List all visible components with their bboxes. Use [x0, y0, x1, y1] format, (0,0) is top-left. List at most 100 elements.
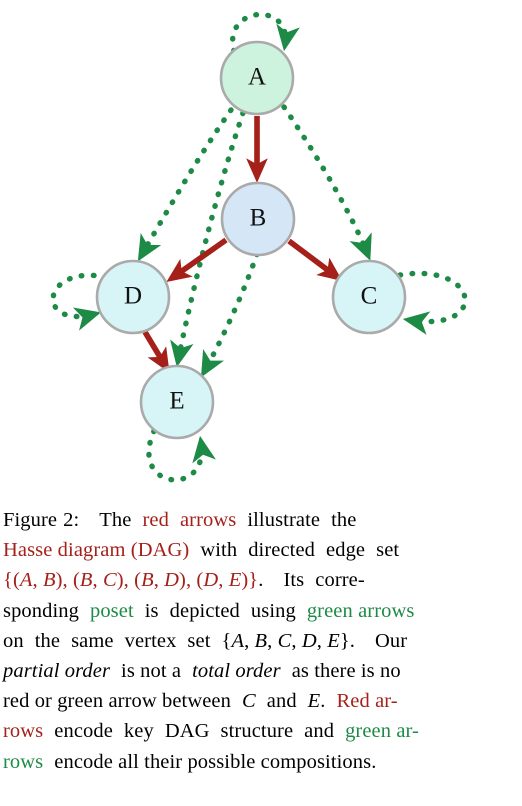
caption-vset-A: A	[231, 629, 245, 652]
red-edge-D-E	[142, 330, 170, 373]
node-D[interactable]: D	[95, 259, 171, 335]
caption-vset-c3: ,	[291, 629, 302, 652]
caption-word-is: is	[144, 599, 159, 622]
green-edge-A-D	[137, 107, 234, 262]
caption-word-with: with	[200, 539, 238, 562]
caption-var-B2: B	[79, 569, 93, 592]
node-A[interactable]: A	[219, 40, 295, 116]
graph-diagram: A B C D E	[50, 11, 468, 483]
caption-vset-close: }.	[339, 629, 355, 652]
caption-partial-order: partial order	[3, 660, 111, 683]
caption-line-4: sponding poset is depicted using green arrows	[3, 596, 519, 626]
caption-var-B3: B	[141, 569, 154, 592]
caption-word-using: using	[250, 599, 296, 622]
caption-word-same: same	[71, 629, 114, 652]
node-B[interactable]: B	[220, 181, 296, 257]
caption-var-D1: D	[164, 569, 180, 592]
caption-phrase-asthereisno: as there is no	[291, 660, 401, 683]
caption-word-illustrate: illustrate	[247, 509, 321, 531]
caption-comma1: ,	[32, 569, 43, 592]
caption-word-sponding: sponding	[3, 599, 79, 622]
caption-var-B1: B	[42, 569, 56, 592]
caption-figure-number: Figure	[3, 509, 58, 531]
caption-red-rows: rows	[3, 720, 44, 743]
caption-line-5: on the same vertex set {A, B, C, D, E}. Our	[3, 626, 519, 656]
caption-vset-C: C	[277, 629, 292, 652]
caption-word-set: set	[376, 539, 400, 562]
caption-word-its: Its	[283, 569, 305, 592]
caption-set-open: {(	[3, 569, 20, 592]
caption-word-encode: encode	[54, 720, 113, 743]
caption-phrase-redorgreen: red or green arrow between	[3, 690, 231, 713]
caption-vset-c4: ,	[316, 629, 328, 652]
caption-word-and2: and	[304, 720, 335, 743]
caption-word-dag: DAG	[164, 720, 210, 743]
caption-figure-index: 2:	[63, 509, 80, 531]
caption-var-C1: C	[102, 569, 117, 592]
caption-comma4: ,	[218, 569, 229, 592]
caption-word-set2: set	[187, 629, 211, 652]
green-edge-B-E	[200, 251, 260, 378]
node-B-label: B	[250, 205, 267, 232]
caption-total-order: total order	[192, 660, 281, 683]
caption-green-ar: green ar-	[345, 720, 419, 743]
caption-line-2: Hasse diagram (DAG) with directed edge set	[3, 535, 519, 565]
node-A-label: A	[248, 64, 266, 91]
caption-line-1: Figure 2: The red arrows illustrate the	[3, 505, 519, 535]
diagram-area: A B C D E	[0, 0, 522, 500]
caption-var-D2: D	[203, 569, 219, 592]
caption-var-C2: C	[241, 690, 256, 713]
caption-period1: .	[258, 569, 264, 592]
caption-word-structure: structure	[220, 720, 294, 743]
caption-var-E1: E	[228, 569, 242, 592]
caption-sep2: ), (	[116, 569, 142, 592]
caption-word-depicted: depicted	[169, 599, 240, 622]
figure-container: A B C D E Figure 2: The red arrows illus…	[0, 0, 522, 806]
caption-line-7: red or green arrow between Cand E. Red ar-	[3, 686, 519, 716]
caption-word-key: key	[123, 720, 154, 743]
caption-line-3: {(A, B), (B, C), (B, D), (D, E)}. Its corr…	[3, 565, 519, 595]
caption-vset-open: {	[221, 629, 232, 652]
caption-vset-D: D	[301, 629, 317, 652]
caption-word-directed: directed	[248, 539, 316, 562]
node-D-label: D	[124, 283, 142, 310]
caption-red-word: red	[142, 509, 169, 531]
graph-nodes: A B C D E	[95, 40, 407, 440]
caption-word-and: and	[266, 690, 297, 713]
caption-word-the2: the	[331, 509, 357, 531]
node-C[interactable]: C	[331, 259, 407, 335]
caption-var-E2: E	[307, 690, 321, 713]
caption-word-the: The	[99, 509, 132, 531]
caption-comma3: ,	[153, 569, 165, 592]
caption-vset-c1: ,	[244, 629, 255, 652]
caption-arrows-word: arrows	[179, 509, 237, 531]
caption-line-8: rows encode key DAG structure and green ar-	[3, 716, 519, 746]
caption-line-6: partial order is not a total order as there…	[3, 656, 519, 686]
caption-word-edge: edge	[326, 539, 366, 562]
caption-red-ar: Red ar-	[336, 690, 398, 713]
caption-sep3: ), (	[179, 569, 204, 592]
caption-word-the3: the	[34, 629, 61, 652]
node-E-label: E	[169, 388, 184, 415]
node-E[interactable]: E	[139, 364, 215, 440]
caption-green-rows: rows	[3, 750, 44, 773]
caption-var-A1: A	[19, 569, 33, 592]
caption-vset-c2: ,	[267, 629, 278, 652]
caption-period2: .	[320, 690, 326, 713]
red-edge-B-C	[287, 238, 343, 282]
caption-word-our: Our	[375, 629, 408, 652]
caption-sep1: ), (	[55, 569, 80, 592]
green-edge-C-C	[397, 270, 468, 335]
caption-phrase-isnota: is not a	[121, 660, 182, 683]
caption-vset-B: B	[254, 629, 268, 652]
caption-comma2: ,	[92, 569, 103, 592]
caption-hasse-phrase: Hasse diagram (DAG)	[3, 539, 190, 562]
caption-poset-word: poset	[89, 599, 134, 622]
caption-word-corre: corre-	[315, 569, 365, 592]
node-C-label: C	[361, 283, 378, 310]
caption-word-vertex: vertex	[124, 629, 177, 652]
figure-caption: Figure 2: The red arrows illustrate the Hasse …	[3, 505, 519, 777]
red-edge-B-D	[166, 237, 228, 282]
caption-vset-E: E	[327, 629, 340, 652]
caption-phrase-final: encode all their possible compositions.	[54, 750, 377, 773]
